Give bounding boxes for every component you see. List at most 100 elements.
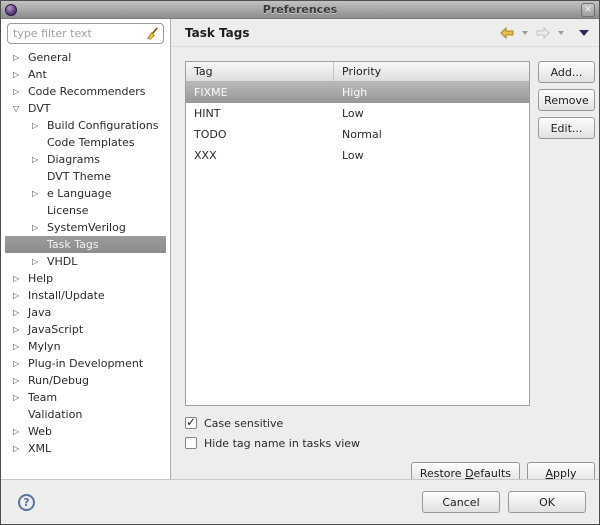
expand-icon[interactable]: ▷ [11, 355, 28, 372]
tree-item-plug-in-development[interactable]: ▷ Plug-in Development [5, 355, 166, 372]
filter-box [7, 23, 164, 44]
tree-item-label: Team [28, 391, 58, 404]
options: Case sensitive Hide tag name in tasks vie… [185, 413, 595, 453]
tree-item-install-update[interactable]: ▷ Install/Update [5, 287, 166, 304]
page-content: Tag Priority FIXME High HINT Low TODO Normal X… [171, 47, 599, 484]
dialog-footer: ? Cancel OK [1, 479, 599, 524]
ok-button[interactable]: OK [508, 491, 586, 513]
expand-icon[interactable]: ▷ [11, 49, 28, 66]
remove-button[interactable]: Remove [538, 89, 595, 111]
tree-item-label: VHDL [47, 255, 78, 268]
help-icon[interactable]: ? [18, 493, 35, 511]
tree-item-validation[interactable]: Validation [5, 406, 166, 423]
tree-item-ant[interactable]: ▷ Ant [5, 66, 166, 83]
tree-item-task-tags[interactable]: Task Tags [5, 236, 166, 253]
tree-item-java[interactable]: ▷ Java [5, 304, 166, 321]
tree-item-diagrams[interactable]: ▷ Diagrams [5, 151, 166, 168]
forward-menu-chevron-icon [558, 30, 564, 35]
page-title: Task Tags [185, 25, 250, 40]
tag-cell: HINT [194, 107, 221, 120]
table-row-todo[interactable]: TODO Normal [186, 124, 529, 145]
tree-item-label: Task Tags [47, 238, 99, 251]
tree-item-mylyn[interactable]: ▷ Mylyn [5, 338, 166, 355]
table-row-fixme[interactable]: FIXME High [186, 82, 529, 103]
add-button[interactable]: Add... [538, 61, 595, 83]
column-header-tag[interactable]: Tag [186, 62, 334, 81]
tree-item-label: SystemVerilog [47, 221, 126, 234]
page-header: Task Tags [171, 19, 599, 47]
tree-item-label: DVT Theme [47, 170, 111, 183]
tree-item-help[interactable]: ▷ Help [5, 270, 166, 287]
table-actions: Add... Remove Edit... [538, 61, 595, 406]
cancel-button[interactable]: Cancel [422, 491, 500, 513]
expand-icon[interactable]: ▷ [30, 185, 47, 202]
view-menu-icon[interactable] [579, 29, 589, 36]
expand-icon[interactable]: ▷ [11, 66, 28, 83]
preferences-dialog: Preferences ✕ ▷General▷Ant▷Code Recommen… [0, 0, 600, 525]
tree-item-build-configurations[interactable]: ▷ Build Configurations [5, 117, 166, 134]
tree-item-label: Run/Debug [28, 374, 89, 387]
tree-item-label: Help [28, 272, 54, 285]
sidebar: ▷General▷Ant▷Code Recommenders▽DVT▷Build… [1, 19, 171, 479]
tree-item-team[interactable]: ▷ Team [5, 389, 166, 406]
tree-item-general[interactable]: ▷ General [5, 49, 166, 66]
tree-item-label: Code Templates [47, 136, 135, 149]
title-bar[interactable]: Preferences ✕ [1, 1, 599, 19]
close-icon[interactable]: ✕ [581, 3, 595, 17]
tag-cell: XXX [194, 149, 217, 162]
tree-item-license[interactable]: License [5, 202, 166, 219]
expand-icon[interactable]: ▷ [11, 83, 28, 100]
filter-input[interactable] [13, 27, 145, 40]
tag-cell: TODO [194, 128, 227, 141]
tree-item-dvt-theme[interactable]: DVT Theme [5, 168, 166, 185]
expand-icon[interactable]: ▷ [11, 338, 28, 355]
table-header[interactable]: Tag Priority [186, 62, 529, 82]
tree-item-label: Web [28, 425, 52, 438]
checkbox-label: Hide tag name in tasks view [204, 436, 361, 450]
tree-item-label: Diagrams [47, 153, 100, 166]
task-tags-panel: Task Tags Tag Priority FIXME High HINT L… [171, 19, 599, 484]
back-menu-chevron-icon[interactable] [522, 30, 528, 35]
tree-item-label: e Language [47, 187, 112, 200]
tree-item-label: License [47, 204, 89, 217]
expand-icon[interactable]: ▷ [30, 219, 47, 236]
clear-filter-icon[interactable] [145, 26, 159, 41]
table-row-xxx[interactable]: XXX Low [186, 145, 529, 166]
tree-item-systemverilog[interactable]: ▷ SystemVerilog [5, 219, 166, 236]
expand-icon[interactable]: ▷ [11, 304, 28, 321]
tree-item-label: General [28, 51, 72, 64]
expand-icon[interactable]: ▷ [11, 287, 28, 304]
tree-item-dvt[interactable]: ▽ DVT [5, 100, 166, 117]
expand-icon[interactable]: ▷ [30, 253, 47, 270]
edit-button[interactable]: Edit... [538, 117, 595, 139]
tree-item-vhdl[interactable]: ▷ VHDL [5, 253, 166, 270]
hide-tag-name-in-tasks-view-checkbox[interactable]: Hide tag name in tasks view [185, 433, 595, 453]
expand-icon[interactable]: ▷ [11, 270, 28, 287]
expand-icon[interactable]: ▷ [11, 440, 28, 457]
checkbox-unchecked-icon[interactable] [185, 437, 197, 449]
tree-item-e-language[interactable]: ▷ e Language [5, 185, 166, 202]
back-icon[interactable] [499, 26, 515, 39]
case-sensitive-checkbox[interactable]: Case sensitive [185, 413, 595, 433]
tree-item-label: DVT [28, 102, 51, 115]
expand-icon[interactable]: ▷ [30, 151, 47, 168]
tree-item-code-recommenders[interactable]: ▷ Code Recommenders [5, 83, 166, 100]
tree-item-xml[interactable]: ▷ XML [5, 440, 166, 457]
tree-item-label: Install/Update [28, 289, 105, 302]
task-tags-table: Tag Priority FIXME High HINT Low TODO Normal X… [185, 61, 530, 406]
checkbox-checked-icon[interactable] [185, 415, 197, 429]
tree-item-javascript[interactable]: ▷ JavaScript [5, 321, 166, 338]
collapse-icon[interactable]: ▽ [11, 100, 28, 117]
expand-icon[interactable]: ▷ [11, 321, 28, 338]
tree-item-label: Code Recommenders [28, 85, 146, 98]
column-header-priority[interactable]: Priority [334, 62, 529, 81]
tree-item-run-debug[interactable]: ▷ Run/Debug [5, 372, 166, 389]
expand-icon[interactable]: ▷ [30, 117, 47, 134]
tree-item-code-templates[interactable]: Code Templates [5, 134, 166, 151]
expand-icon[interactable]: ▷ [11, 389, 28, 406]
expand-icon[interactable]: ▷ [11, 372, 28, 389]
preferences-tree: ▷ General ▷ Ant ▷ Code Recommenders ▽ DVT ▷ Build… [1, 47, 170, 479]
expand-icon[interactable]: ▷ [11, 423, 28, 440]
tree-item-web[interactable]: ▷ Web [5, 423, 166, 440]
table-row-hint[interactable]: HINT Low [186, 103, 529, 124]
